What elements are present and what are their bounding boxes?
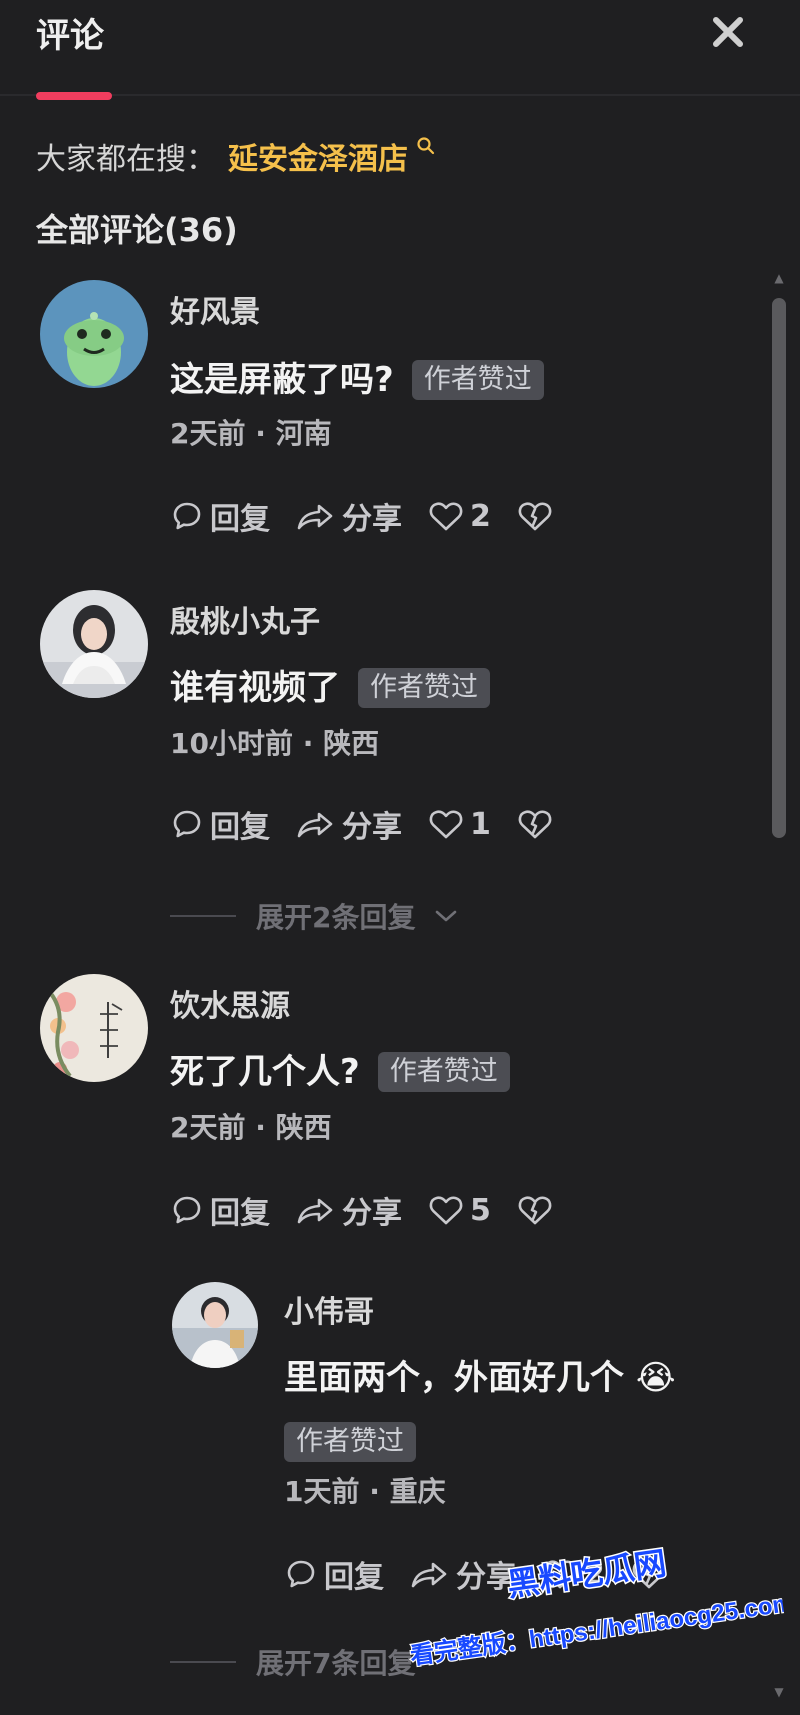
comment-bubble-icon — [173, 1196, 201, 1224]
dislike-button[interactable] — [517, 807, 553, 841]
like-button[interactable]: 1 — [428, 807, 491, 842]
like-count: 2 — [470, 498, 491, 534]
scroll-down-icon[interactable]: ▼ — [770, 1684, 788, 1700]
hot-search-term-link[interactable]: 延安金泽酒店 — [228, 138, 408, 182]
reply-button[interactable]: 回复 — [170, 1188, 270, 1232]
comment-meta: 2天前 · 陕西 — [170, 1111, 332, 1144]
reply-username[interactable]: 小伟哥 — [284, 1292, 374, 1334]
heart-icon — [543, 1560, 577, 1589]
avatar-image — [40, 590, 148, 698]
expand-replies-button[interactable]: 展开7条回复 — [170, 1642, 415, 1682]
reply-text: 里面两个，外面好几个 😭 — [284, 1358, 676, 1398]
comment-meta: 2天前 · 河南 — [170, 417, 332, 450]
avatar[interactable] — [40, 974, 148, 1082]
share-label: 分享 — [456, 1560, 516, 1595]
like-count: 5 — [470, 1192, 491, 1228]
comment-text: 谁有视频了 作者赞过 — [170, 664, 490, 712]
comment-username[interactable]: 殷桃小丸子 — [170, 602, 320, 644]
author-liked-badge: 作者赞过 — [411, 360, 544, 400]
site-watermark: 黑料吃瓜网 看完整版：https://heiliaocg25.com — [407, 1543, 788, 1671]
comment-actions: 回复 分享 5 — [170, 1188, 553, 1232]
author-liked-badge: 作者赞过 — [284, 1422, 416, 1462]
share-label: 分享 — [342, 502, 402, 537]
share-button[interactable]: 分享 — [296, 802, 402, 846]
comment-text: 死了几个人? 作者赞过 — [170, 1048, 510, 1096]
comment-username[interactable]: 饮水思源 — [170, 986, 290, 1028]
like-button[interactable]: 2 — [542, 1557, 605, 1592]
comment-actions: 回复 分享 2 — [170, 494, 553, 538]
dislike-button[interactable] — [517, 1193, 553, 1227]
reply-label: 回复 — [324, 1560, 384, 1595]
reply-button[interactable]: 回复 — [284, 1552, 384, 1596]
dislike-button[interactable] — [517, 499, 553, 533]
broken-heart-icon — [518, 810, 552, 839]
reply-label: 回复 — [210, 502, 270, 537]
share-button[interactable]: 分享 — [296, 1188, 402, 1232]
chevron-down-icon — [436, 910, 457, 922]
broken-heart-icon — [632, 1560, 666, 1589]
scroll-thumb[interactable] — [772, 298, 786, 838]
comment-username[interactable]: 好风景 — [170, 292, 260, 334]
like-count: 1 — [470, 806, 491, 842]
expand-divider — [170, 1661, 236, 1663]
scroll-up-icon[interactable]: ▲ — [770, 270, 788, 286]
broken-heart-icon — [518, 502, 552, 531]
comments-tab[interactable]: 评论 — [36, 8, 104, 64]
watermark-url: 看完整版：https://heiliaocg25.com — [409, 1589, 788, 1671]
share-label: 分享 — [342, 810, 402, 845]
expand-replies-label: 展开7条回复 — [256, 1647, 416, 1680]
like-button[interactable]: 5 — [428, 1193, 491, 1228]
reply-label: 回复 — [210, 1196, 270, 1231]
author-liked-badge: 作者赞过 — [377, 1052, 510, 1092]
comment-meta: 10小时前 · 陕西 — [170, 727, 380, 760]
share-arrow-icon — [297, 504, 333, 530]
reply-actions: 回复 分享 2 — [284, 1552, 667, 1596]
close-icon[interactable] — [704, 10, 748, 54]
comments-header: 评论 — [0, 0, 800, 100]
comments-panel: 评论 大家都在搜： 延安金泽酒店 全部评论(36) ▲ ▼ 好风景 这是屏蔽了吗… — [0, 0, 800, 1715]
expand-replies-button[interactable]: 展开2条回复 — [170, 896, 457, 936]
reply-meta: 1天前 · 重庆 — [284, 1475, 446, 1508]
share-arrow-icon — [297, 1198, 333, 1224]
avatar[interactable] — [40, 590, 148, 698]
avatar-image — [40, 280, 148, 388]
hot-search-row: 大家都在搜： 延安金泽酒店 — [36, 136, 436, 182]
heart-icon — [429, 810, 463, 839]
avatar[interactable] — [40, 280, 148, 388]
like-count: 2 — [584, 1556, 605, 1592]
avatar-image — [40, 974, 148, 1082]
like-button[interactable]: 2 — [428, 499, 491, 534]
comment-body: 这是屏蔽了吗? — [170, 360, 394, 400]
reply-button[interactable]: 回复 — [170, 494, 270, 538]
share-label: 分享 — [342, 1196, 402, 1231]
comment-bubble-icon — [173, 810, 201, 838]
scroll-track[interactable] — [772, 298, 786, 1690]
comment-body: 死了几个人? — [170, 1052, 360, 1092]
share-arrow-icon — [297, 812, 333, 838]
reply-avatar[interactable] — [172, 1282, 258, 1368]
active-tab-indicator — [36, 92, 112, 100]
share-arrow-icon — [411, 1562, 447, 1588]
reply-label: 回复 — [210, 810, 270, 845]
heart-icon — [429, 502, 463, 531]
expand-divider — [170, 915, 236, 917]
dislike-button[interactable] — [631, 1557, 667, 1591]
expand-replies-label: 展开2条回复 — [256, 901, 416, 934]
broken-heart-icon — [518, 1196, 552, 1225]
hot-search-prefix: 大家都在搜： — [36, 142, 216, 177]
search-icon[interactable] — [416, 136, 436, 156]
comment-text: 这是屏蔽了吗? 作者赞过 — [170, 356, 544, 404]
scrollbar[interactable]: ▲ ▼ — [770, 270, 788, 1700]
share-button[interactable]: 分享 — [296, 494, 402, 538]
avatar-image — [172, 1282, 258, 1368]
reply-button[interactable]: 回复 — [170, 802, 270, 846]
comment-count-heading: 全部评论(36) — [36, 211, 238, 249]
comment-bubble-icon — [173, 502, 201, 530]
comment-actions: 回复 分享 1 — [170, 802, 553, 846]
comment-bubble-icon — [287, 1560, 315, 1588]
share-button[interactable]: 分享 — [410, 1552, 516, 1596]
author-liked-badge: 作者赞过 — [358, 668, 490, 708]
comment-body: 谁有视频了 — [170, 668, 340, 708]
heart-icon — [429, 1196, 463, 1225]
